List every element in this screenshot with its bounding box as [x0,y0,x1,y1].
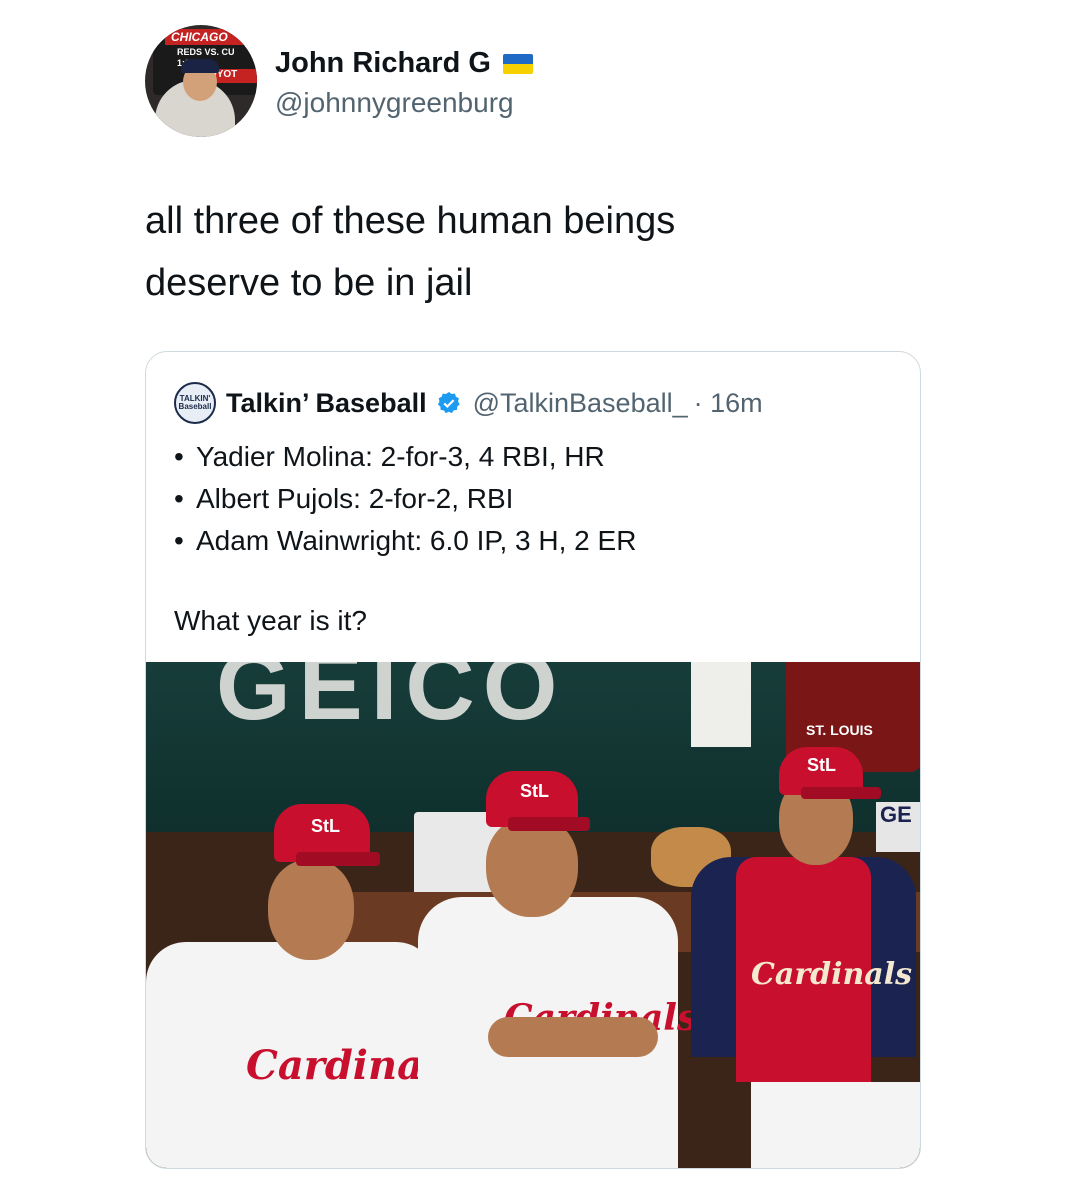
stat-line: • Albert Pujols: 2-for-2, RBI [174,478,894,520]
bullet-icon: • [174,525,184,556]
ukraine-flag-icon [502,53,533,74]
crossed-arms [488,1017,658,1057]
tweet-text-line2: deserve to be in jail [145,262,473,304]
author-name-text[interactable]: John Richard G [275,47,491,80]
quoted-tweet[interactable]: TALKIN' Baseball Talkin’ Baseball @Talki… [145,351,921,1169]
avatar-cap [181,59,219,73]
quoted-question: What year is it? [174,605,367,636]
cap-bill [801,787,881,799]
quoted-author-handle[interactable]: @TalkinBaseball_ [473,388,688,419]
avatar-sign-text-a: REDS VS. CU [177,47,235,57]
quoted-photo[interactable]: GEICO ST. LOUIS GE StL Cardinals StL Car… [146,662,920,1168]
quoted-tweet-header: TALKIN' Baseball Talkin’ Baseball @Talki… [174,382,763,424]
cap-logo: StL [807,755,836,775]
cap-bill [508,817,590,831]
avatar-sign-line1: CHICAGO [165,29,257,45]
jersey-script: Cardinals [751,957,913,992]
player-pujols: StL Cardinals [418,767,697,1168]
author-name[interactable]: John Richard G [275,47,533,80]
st-louis-sign-text: ST. LOUIS [806,722,873,738]
author-handle[interactable]: @johnnygreenburg [275,87,514,119]
cap-bill [296,852,380,866]
player-molina: StL Cardinals [146,802,461,1168]
stat-molina: Yadier Molina: 2-for-3, 4 RBI, HR [196,441,605,472]
author-avatar[interactable]: CHICAGO REDS VS. CU1:20 P.M. TOYOT [145,25,257,137]
tweet-text: all three of these human beings deserve … [145,190,945,314]
quoted-author-name[interactable]: Talkin’ Baseball [226,388,427,419]
tweet-text-line1: all three of these human beings [145,200,676,242]
pants [751,1082,920,1168]
cap-logo: StL [311,816,340,836]
tweet-header: CHICAGO REDS VS. CU1:20 P.M. TOYOT John … [145,25,905,140]
stat-pujols: Albert Pujols: 2-for-2, RBI [196,483,514,514]
stat-line: • Yadier Molina: 2-for-3, 4 RBI, HR [174,436,894,478]
verified-badge-icon [437,392,460,414]
face [486,817,578,917]
bullet-icon: • [174,483,184,514]
cap-logo: StL [520,781,549,801]
stat-wainwright: Adam Wainwright: 6.0 IP, 3 H, 2 ER [196,525,637,556]
quoted-timestamp[interactable]: · 16m [694,388,763,419]
wall-ad: GEICO [216,662,566,740]
player-wainwright: StL Cardinals [691,747,920,1168]
quoted-tweet-body: • Yadier Molina: 2-for-3, 4 RBI, HR • Albe… [174,436,894,562]
stat-line: • Adam Wainwright: 6.0 IP, 3 H, 2 ER [174,520,894,562]
face [268,860,354,960]
lineup-card [691,662,751,747]
bullet-icon: • [174,441,184,472]
quoted-author-avatar[interactable]: TALKIN' Baseball [174,382,216,424]
